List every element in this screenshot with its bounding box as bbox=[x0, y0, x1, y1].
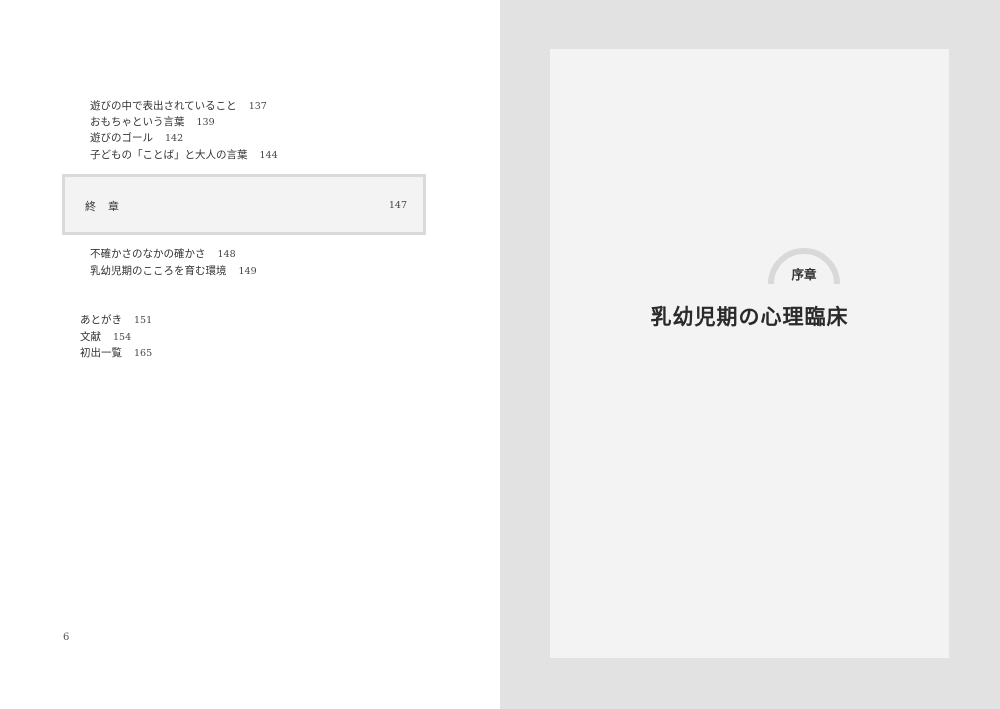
toc-entry-page: 148 bbox=[217, 249, 236, 260]
toc-entry: おもちゃという言葉 139 bbox=[90, 115, 215, 130]
toc-entry-title: おもちゃという言葉 bbox=[90, 116, 185, 128]
toc-entry-page: 151 bbox=[134, 315, 153, 326]
toc-entry: 乳幼児期のこころを育む環境 149 bbox=[90, 264, 257, 279]
chapter-title: 終章 bbox=[85, 200, 131, 213]
toc-entry: 遊びのゴール 142 bbox=[90, 131, 183, 146]
toc-entry: 遊びの中で表出されていること 137 bbox=[90, 99, 267, 114]
right-page: 序章 乳幼児期の心理臨床 bbox=[500, 0, 1000, 709]
toc-entry: 文献 154 bbox=[80, 330, 131, 345]
left-page: 遊びの中で表出されていること 137 おもちゃという言葉 139 遊びのゴール 142… bbox=[0, 0, 500, 709]
prologue-label: 序章 bbox=[791, 267, 817, 282]
toc-entry-title: 初出一覧 bbox=[80, 347, 122, 359]
toc-entry-page: 154 bbox=[113, 332, 132, 343]
toc-entry-title: あとがき bbox=[80, 314, 122, 326]
toc-entry-title: 乳幼児期のこころを育む環境 bbox=[90, 265, 227, 277]
toc-entry-title: 文献 bbox=[80, 331, 101, 343]
toc-entry: 不確かさのなかの確かさ 148 bbox=[90, 247, 236, 262]
toc-entry-page: 137 bbox=[248, 101, 267, 112]
page-number: 6 bbox=[63, 632, 70, 643]
toc-entry-title: 子どもの「ことば」と大人の言葉 bbox=[90, 149, 248, 161]
toc-entry-page: 139 bbox=[196, 117, 215, 128]
toc-entry: 子どもの「ことば」と大人の言葉 144 bbox=[90, 148, 278, 163]
chapter-title-sheet: 序章 乳幼児期の心理臨床 bbox=[550, 49, 949, 658]
toc-entry-title: 不確かさのなかの確かさ bbox=[90, 248, 206, 260]
toc-entry-page: 144 bbox=[259, 150, 278, 161]
toc-entry: 初出一覧 165 bbox=[80, 346, 152, 361]
toc-entry-page: 165 bbox=[134, 348, 153, 359]
chapter-main-title: 乳幼児期の心理臨床 bbox=[650, 305, 849, 329]
toc-entry-title: 遊びの中で表出されていること bbox=[90, 100, 237, 112]
toc-entry-page: 142 bbox=[165, 133, 184, 144]
chapter-heading-box: 終章 147 bbox=[62, 174, 426, 235]
chapter-page: 147 bbox=[388, 200, 407, 211]
toc-entry-title: 遊びのゴール bbox=[90, 132, 153, 144]
toc-entry: あとがき 151 bbox=[80, 313, 152, 328]
toc-entry-page: 149 bbox=[238, 266, 257, 277]
